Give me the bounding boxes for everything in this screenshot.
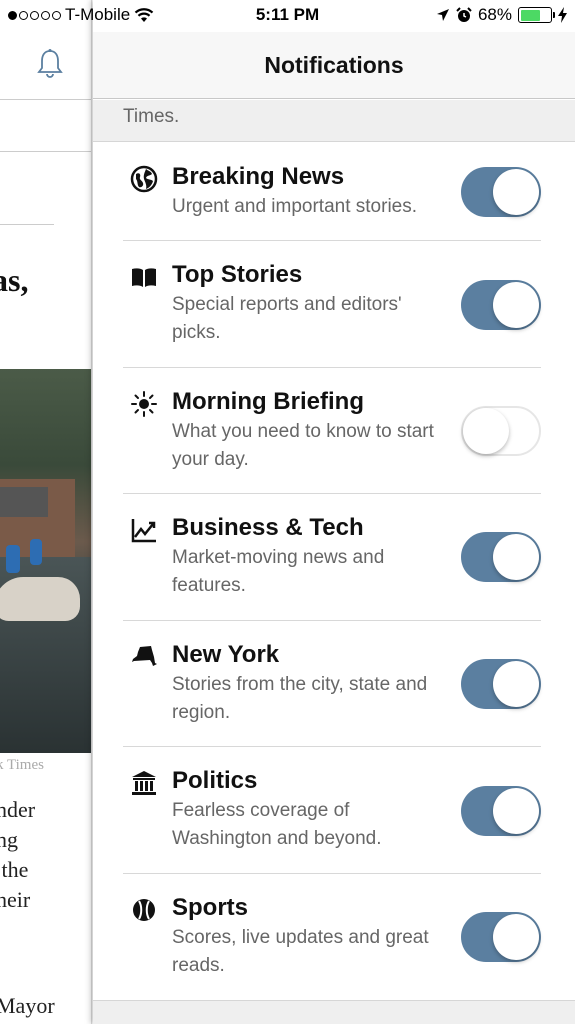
status-right: 68% <box>436 5 567 25</box>
globe-icon <box>130 165 158 193</box>
item-name: Business & Tech <box>172 514 364 541</box>
status-bar: T-Mobile 5:11 PM 68% <box>0 0 575 32</box>
item-description: Fearless coverage of Washington and beyo… <box>172 800 382 849</box>
divider <box>0 99 91 100</box>
item-name: Top Stories <box>172 261 303 288</box>
body-line: heir <box>0 887 31 912</box>
page-title: Notifications <box>264 52 404 78</box>
item-description: Market-moving news and features. <box>172 547 385 596</box>
intro-band: Times. <box>93 100 575 142</box>
notification-row-breaking-news: Breaking News Urgent and important stori… <box>93 143 575 241</box>
charging-bolt-icon <box>558 7 567 23</box>
location-arrow-icon <box>436 9 449 21</box>
toggle-politics[interactable] <box>461 786 541 836</box>
capitol-icon <box>132 771 156 795</box>
sun-icon <box>131 391 157 417</box>
toggle-new-york[interactable] <box>461 659 541 709</box>
bottom-band <box>93 1000 575 1024</box>
toggle-breaking-news[interactable] <box>461 167 541 217</box>
item-name: New York <box>172 641 280 668</box>
toggle-business-tech[interactable] <box>461 532 541 582</box>
toggle-sports[interactable] <box>461 912 541 962</box>
notifications-panel: Notifications Times. Breaking News Urgen… <box>93 0 575 1024</box>
body-line: nder <box>0 797 36 822</box>
body-line: the <box>1 857 29 882</box>
divider <box>0 224 54 225</box>
item-name: Sports <box>172 894 249 921</box>
article-headline-fragment: as, <box>0 262 29 298</box>
item-description: Special reports and editors' picks. <box>172 294 402 343</box>
item-description: Stories from the city, state and region. <box>172 674 428 723</box>
item-name: Morning Briefing <box>172 388 364 415</box>
toggle-top-stories[interactable] <box>461 280 541 330</box>
notification-row-new-york: New York Stories from the city, state an… <box>93 621 575 747</box>
battery-icon <box>518 7 555 23</box>
item-description: Scores, live updates and great reads. <box>172 927 429 976</box>
item-description: What you need to know to start your day. <box>172 421 434 470</box>
baseball-icon <box>133 899 155 921</box>
item-name: Politics <box>172 767 258 794</box>
alarm-clock-icon <box>456 7 472 22</box>
new-york-state-icon <box>132 646 157 666</box>
article-photo <box>0 369 91 753</box>
article-bottom-fragment: Mayor <box>0 993 55 1018</box>
notification-row-top-stories: Top Stories Special reports and editors'… <box>93 241 575 368</box>
article-body-fragment: nder ng the heir <box>0 795 35 915</box>
photo-credit-fragment: k Times <box>0 757 44 773</box>
toggle-morning-briefing[interactable] <box>461 406 541 456</box>
intro-text-fragment: Times. <box>123 106 180 127</box>
item-description: Urgent and important stories. <box>172 196 418 217</box>
battery-percent: 68% <box>477 5 512 24</box>
body-line: ng <box>0 827 18 852</box>
divider <box>0 151 91 152</box>
background-article[interactable]: as, k Times nder ng the heir Mayor <box>0 0 92 1024</box>
book-icon <box>132 268 156 287</box>
chart-icon <box>131 519 156 543</box>
notification-row-sports: Sports Scores, live updates and great re… <box>93 874 575 1000</box>
item-name: Breaking News <box>172 163 345 190</box>
notification-row-business-tech: Business & Tech Market-moving news and f… <box>93 494 575 621</box>
bell-icon[interactable] <box>36 48 64 80</box>
notification-row-politics: Politics Fearless coverage of Washington… <box>93 747 575 874</box>
panel-header: Notifications <box>93 32 575 99</box>
notification-row-morning-briefing: Morning Briefing What you need to know t… <box>93 368 575 494</box>
